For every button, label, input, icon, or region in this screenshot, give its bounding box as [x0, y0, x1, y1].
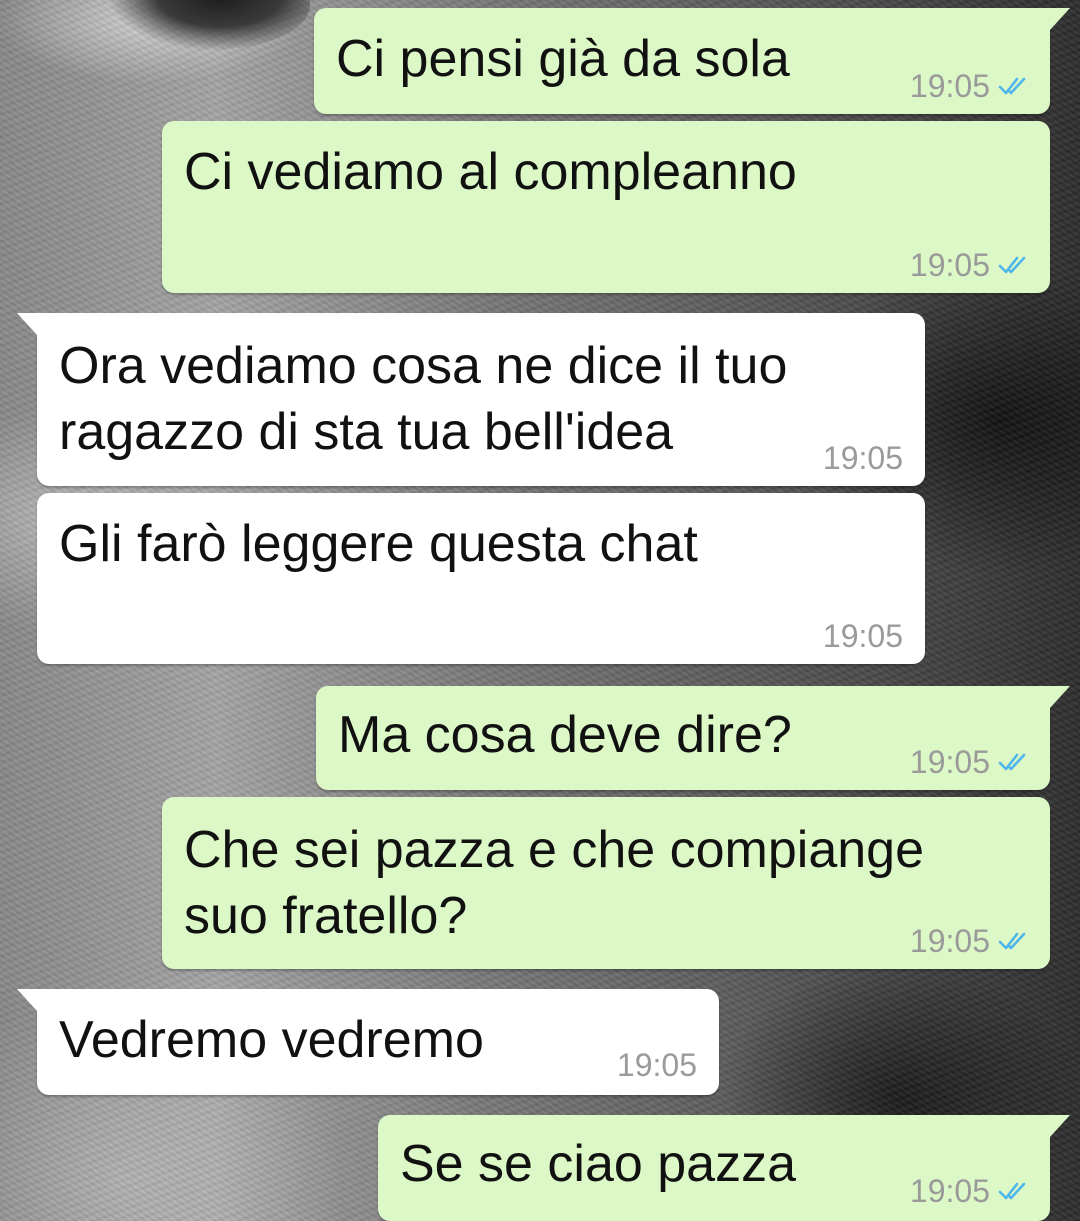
message-time: 19:05 [909, 68, 990, 104]
double-check-read-icon [998, 256, 1026, 274]
message-time: 19:05 [909, 744, 990, 780]
message-text: Vedremo vedremo [59, 1011, 484, 1069]
message-text: Se se ciao pazza [400, 1135, 797, 1193]
message-time: 19:05 [909, 1173, 990, 1209]
message-bubble-sent[interactable]: Che sei pazza e che compiange suo fratel… [162, 797, 1050, 969]
message-text: Gli farò leggere questa chat [59, 515, 698, 573]
message-time: 19:05 [822, 440, 903, 476]
double-check-read-icon [998, 77, 1026, 95]
message-text: Ora vediamo cosa ne dice il tuo ragazzo … [59, 337, 788, 461]
message-meta: 19:05 [910, 245, 1028, 285]
message-bubble-sent[interactable]: Ci pensi già da sola 19:05 [314, 8, 1070, 114]
message-bubble-received[interactable]: Gli farò leggere questa chat 19:05 [37, 493, 925, 664]
message-meta: 19:05 [617, 1045, 697, 1085]
message-time: 19:05 [616, 1047, 697, 1083]
message-meta: 19:05 [910, 66, 1028, 106]
message-time: 19:05 [822, 618, 903, 654]
message-bubble-sent[interactable]: Se se ciao pazza 19:05 [378, 1115, 1070, 1221]
message-text: Che sei pazza e che compiange suo fratel… [184, 821, 925, 945]
message-meta: 19:05 [910, 742, 1028, 782]
double-check-read-icon [998, 932, 1026, 950]
message-bubble-received[interactable]: Ora vediamo cosa ne dice il tuo ragazzo … [17, 313, 925, 486]
message-bubble-sent[interactable]: Ma cosa deve dire? 19:05 [316, 686, 1070, 790]
double-check-read-icon [998, 753, 1026, 771]
message-text: Ci vediamo al compleanno [184, 143, 797, 201]
message-text: Ci pensi già da sola [336, 30, 790, 88]
message-time: 19:05 [909, 247, 990, 283]
message-bubble-sent[interactable]: Ci vediamo al compleanno 19:05 [162, 121, 1050, 293]
message-text: Ma cosa deve dire? [338, 706, 792, 764]
message-time: 19:05 [909, 923, 990, 959]
message-meta: 19:05 [910, 1171, 1028, 1211]
wallpaper-photo-detail [110, 0, 310, 50]
message-bubble-received[interactable]: Vedremo vedremo 19:05 [17, 989, 719, 1095]
message-meta: 19:05 [910, 921, 1028, 961]
message-meta: 19:05 [823, 438, 903, 478]
double-check-read-icon [998, 1182, 1026, 1200]
message-meta: 19:05 [823, 616, 903, 656]
